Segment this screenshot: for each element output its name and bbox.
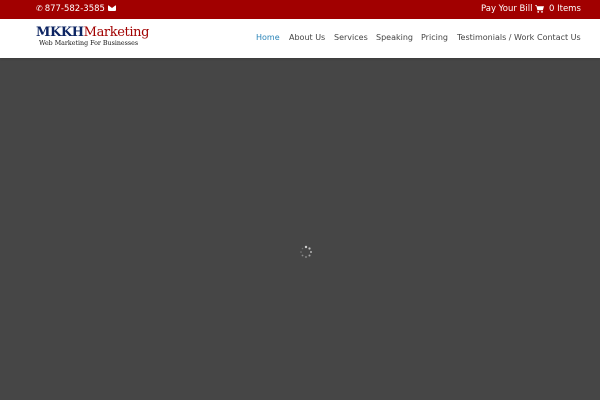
phone-icon: ✆ xyxy=(36,4,43,13)
shopping-cart-icon xyxy=(535,5,544,13)
nav-about-us[interactable]: About Us xyxy=(289,33,325,42)
cart-link[interactable]: 0 Items xyxy=(535,4,581,14)
cart-items-count: 0 Items xyxy=(549,4,581,14)
nav-contact-us[interactable]: Contact Us xyxy=(537,33,581,42)
loading-spinner-icon xyxy=(299,244,313,258)
nav-pricing[interactable]: Pricing xyxy=(421,33,448,42)
nav-speaking[interactable]: Speaking xyxy=(376,33,413,42)
phone-number: 877-582-3585 xyxy=(44,4,105,14)
nav-testimonials-work[interactable]: Testimonials / Work xyxy=(457,33,534,42)
top-bar: ✆ 877-582-3585 Pay Your Bill 0 Items xyxy=(0,0,600,19)
envelope-icon[interactable] xyxy=(108,5,116,11)
pay-your-bill-link[interactable]: Pay Your Bill xyxy=(481,4,532,14)
phone-contact[interactable]: ✆ 877-582-3585 xyxy=(36,4,105,14)
nav-services[interactable]: Services xyxy=(334,33,368,42)
nav-home[interactable]: Home xyxy=(256,33,280,42)
main-navigation: Home About Us Services Speaking Pricing … xyxy=(0,33,600,45)
